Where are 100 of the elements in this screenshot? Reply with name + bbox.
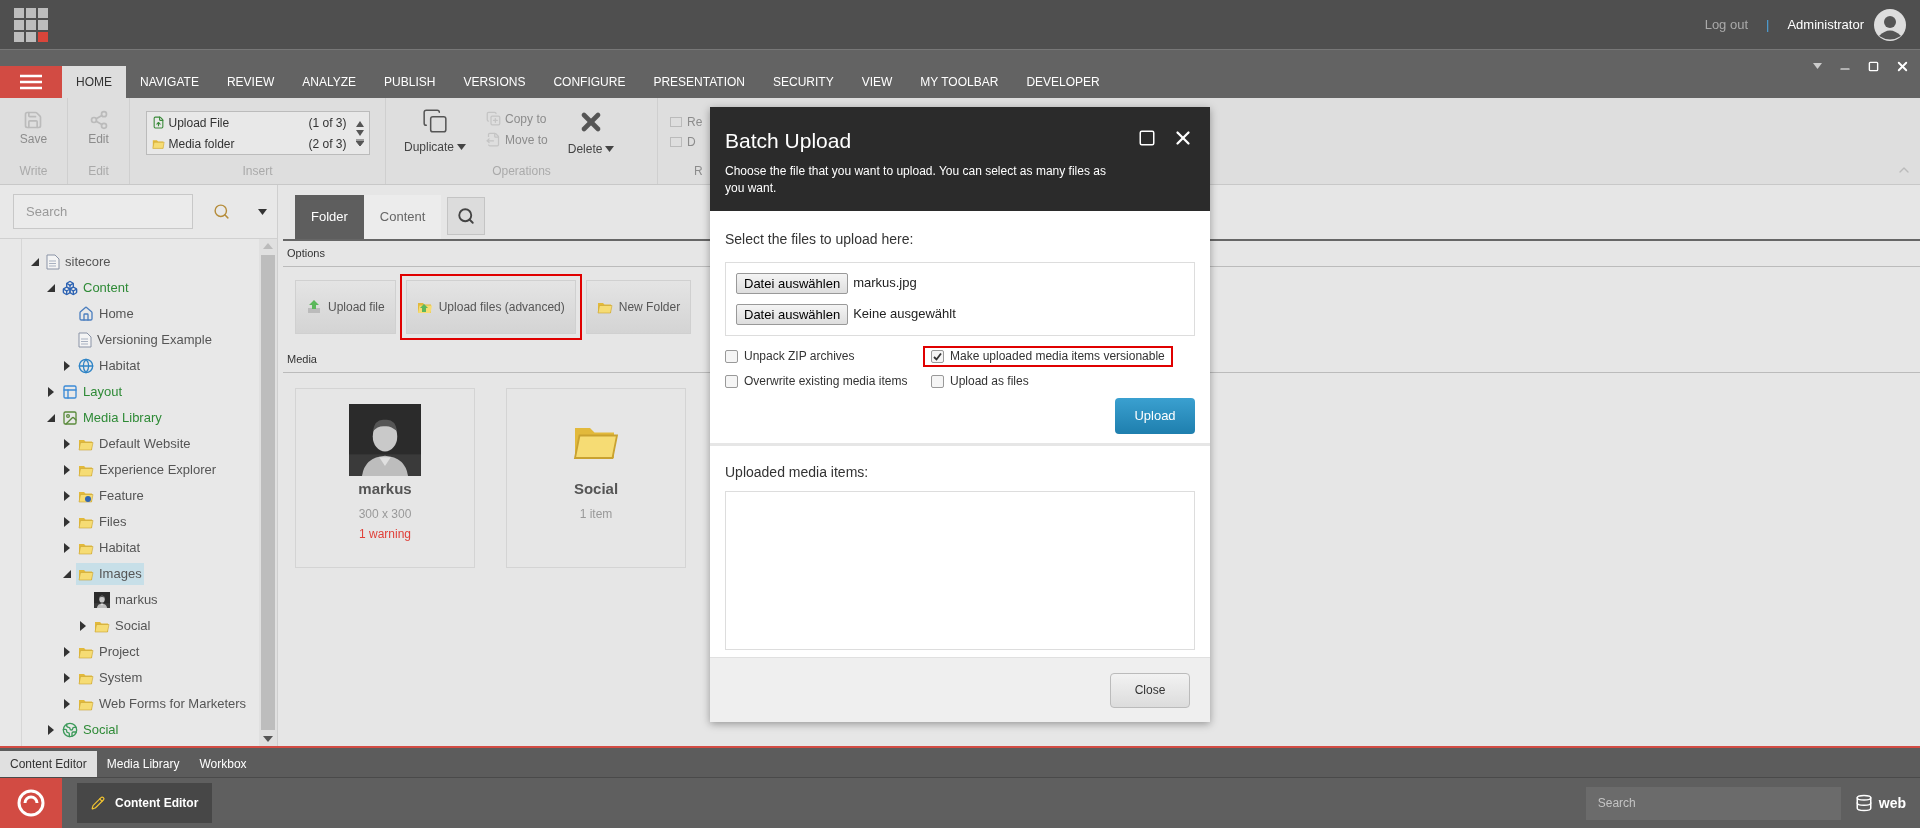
upload-icon xyxy=(151,116,165,129)
collapsed-arrow-icon[interactable] xyxy=(64,439,70,449)
checkbox-option[interactable]: Upload as files xyxy=(923,370,1037,392)
highlighted-option[interactable]: Make uploaded media items versionable xyxy=(923,345,1173,367)
tree-item[interactable]: Web Forms for Marketers xyxy=(76,693,249,715)
tree-item[interactable]: sitecore xyxy=(44,251,113,273)
collapsed-arrow-icon[interactable] xyxy=(64,465,70,475)
collapsed-arrow-icon[interactable] xyxy=(64,647,70,657)
menu-button[interactable] xyxy=(0,66,62,98)
checkbox[interactable] xyxy=(931,349,944,363)
collapsed-arrow-icon[interactable] xyxy=(64,673,70,683)
maximize-icon[interactable] xyxy=(1868,60,1879,72)
menu-icon xyxy=(20,74,42,90)
tree-item[interactable]: Layout xyxy=(60,381,125,403)
logo-icon[interactable] xyxy=(0,778,62,828)
option-button[interactable]: Upload files (advanced) xyxy=(405,280,576,334)
scroll-up-icon[interactable] xyxy=(355,120,364,127)
collapsed-arrow-icon[interactable] xyxy=(64,517,70,527)
expanded-arrow-icon[interactable] xyxy=(47,414,55,422)
upload-button[interactable]: Upload xyxy=(1115,397,1195,434)
ribbon-tab[interactable]: DEVELOPER xyxy=(1012,66,1114,98)
tree-item[interactable]: Content xyxy=(60,277,131,299)
collapsed-arrow-icon[interactable] xyxy=(48,725,54,735)
collapsed-arrow-icon[interactable] xyxy=(64,543,70,553)
tree-item[interactable]: Files xyxy=(76,511,129,533)
caret-icon xyxy=(457,144,467,150)
ribbon-tab[interactable]: ANALYZE xyxy=(288,66,371,98)
expanded-arrow-icon[interactable] xyxy=(63,570,71,578)
editor-tab[interactable]: Content xyxy=(363,195,442,239)
bottom-tab[interactable]: Media Library xyxy=(96,751,190,777)
collapsed-arrow-icon[interactable] xyxy=(64,491,70,501)
search-button[interactable] xyxy=(447,197,486,235)
maximize-icon[interactable] xyxy=(1138,129,1156,147)
database-name[interactable]: web xyxy=(1878,792,1906,814)
collapsed-arrow-icon[interactable] xyxy=(80,621,86,631)
close-button[interactable]: Close xyxy=(1110,672,1190,708)
ribbon-tab[interactable]: VIEW xyxy=(847,66,907,98)
ribbon-tab[interactable]: CONFIGURE xyxy=(539,66,640,98)
checkbox[interactable] xyxy=(931,374,944,388)
scrollbar[interactable] xyxy=(259,239,277,746)
database-icon xyxy=(1854,794,1873,812)
option-button[interactable]: New Folder xyxy=(585,280,692,334)
tree-item[interactable]: Media Library xyxy=(60,407,164,429)
logout-link[interactable]: Log out xyxy=(1704,14,1749,35)
user-name[interactable]: Administrator xyxy=(1787,14,1864,35)
ribbon-tab[interactable]: VERSIONS xyxy=(449,66,540,98)
insert-item[interactable]: Media folder (2 of 3) xyxy=(151,133,347,154)
tree-item[interactable]: Project xyxy=(76,641,142,663)
tree-item[interactable]: Home xyxy=(76,303,136,325)
bottom-tab[interactable]: Content Editor xyxy=(0,751,97,777)
tree-item[interactable]: Habitat xyxy=(76,537,143,559)
collapsed-arrow-icon[interactable] xyxy=(48,387,54,397)
scrollbar-thumb[interactable] xyxy=(261,255,275,730)
ribbon-tab[interactable]: SECURITY xyxy=(759,66,848,98)
tree-item[interactable]: Default Website xyxy=(76,433,193,455)
collapsed-arrow-icon[interactable] xyxy=(64,361,70,371)
ribbon-tab[interactable]: MY TOOLBAR xyxy=(906,66,1013,98)
group-label: R xyxy=(694,163,703,180)
tree-item[interactable]: Feature xyxy=(76,485,146,507)
insert-item[interactable]: Upload File (1 of 3) xyxy=(151,112,347,133)
delete-button[interactable]: Delete xyxy=(567,108,615,158)
tree-item[interactable]: Social xyxy=(92,615,153,637)
checkbox-option[interactable]: Unpack ZIP archives xyxy=(717,345,863,367)
layout-icon xyxy=(62,384,78,400)
tree-item[interactable]: Social xyxy=(60,719,121,741)
media-card[interactable]: Social 1 item xyxy=(506,388,686,568)
editor-tab[interactable]: Folder xyxy=(295,195,364,239)
scroll-down-icon[interactable] xyxy=(263,736,273,742)
tree-item[interactable]: Habitat xyxy=(76,355,143,377)
ribbon-tab[interactable]: NAVIGATE xyxy=(126,66,213,98)
option-button[interactable]: Upload file xyxy=(295,280,396,334)
collapsed-arrow-icon[interactable] xyxy=(64,699,70,709)
expanded-arrow-icon[interactable] xyxy=(47,284,55,292)
apps-grid-icon[interactable] xyxy=(14,7,48,42)
file-name: markus.jpg xyxy=(853,274,917,293)
ribbon-tab[interactable]: REVIEW xyxy=(212,66,289,98)
tree-item[interactable]: markus xyxy=(92,589,160,611)
bottom-tab[interactable]: Workbox xyxy=(189,751,257,777)
choose-file-button[interactable]: Datei auswählen xyxy=(736,303,849,325)
checkbox[interactable] xyxy=(725,349,738,363)
expanded-arrow-icon[interactable] xyxy=(31,258,39,266)
taskbar-app-button[interactable]: Content Editor xyxy=(77,783,213,823)
search-field[interactable]: Search xyxy=(1585,786,1841,820)
checkbox-option[interactable]: Overwrite existing media items xyxy=(717,370,916,392)
ribbon-tab[interactable]: PRESENTATION xyxy=(639,66,759,98)
expand-list-icon[interactable] xyxy=(355,138,364,146)
choose-file-button[interactable]: Datei auswählen xyxy=(736,272,849,294)
tree-item[interactable]: Experience Explorer xyxy=(76,459,219,481)
search-field[interactable]: Search xyxy=(13,194,193,229)
tree-item[interactable]: Versioning Example xyxy=(76,329,214,351)
search-icon[interactable] xyxy=(213,203,230,220)
media-card[interactable]: markus 300 x 300 1 warning xyxy=(295,388,475,568)
ribbon-tab[interactable]: HOME xyxy=(62,66,126,98)
duplicate-button[interactable]: Duplicate xyxy=(404,108,467,156)
tree-item[interactable]: Images xyxy=(76,563,144,585)
ribbon-tab[interactable]: PUBLISH xyxy=(370,66,450,98)
avatar-icon[interactable] xyxy=(1874,8,1906,41)
checkbox[interactable] xyxy=(725,374,738,388)
tree-item[interactable]: System xyxy=(76,667,145,689)
scroll-down-icon[interactable] xyxy=(355,129,364,136)
